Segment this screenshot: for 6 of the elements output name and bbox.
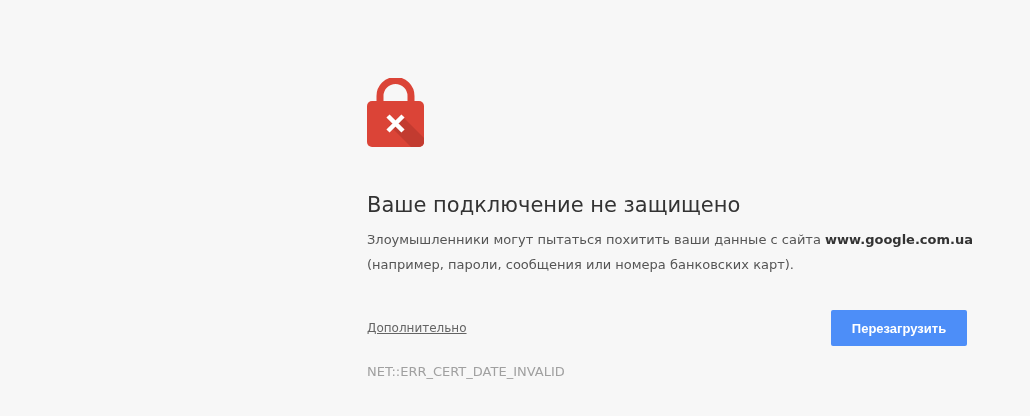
lock-error-icon bbox=[367, 78, 424, 147]
details-link[interactable]: Дополнительно bbox=[367, 321, 467, 335]
heading: Ваше подключение не защищено bbox=[367, 192, 742, 218]
error-code: NET::ERR_CERT_DATE_INVALID bbox=[367, 364, 566, 379]
warning-text: Злоумышленники могут пытаться похитить ваши данные с сайта www.google.com.ua (например, пароли, сообщения или номера банковских карт). bbox=[367, 231, 974, 274]
reload-button[interactable]: Перезагрузить bbox=[831, 310, 967, 346]
